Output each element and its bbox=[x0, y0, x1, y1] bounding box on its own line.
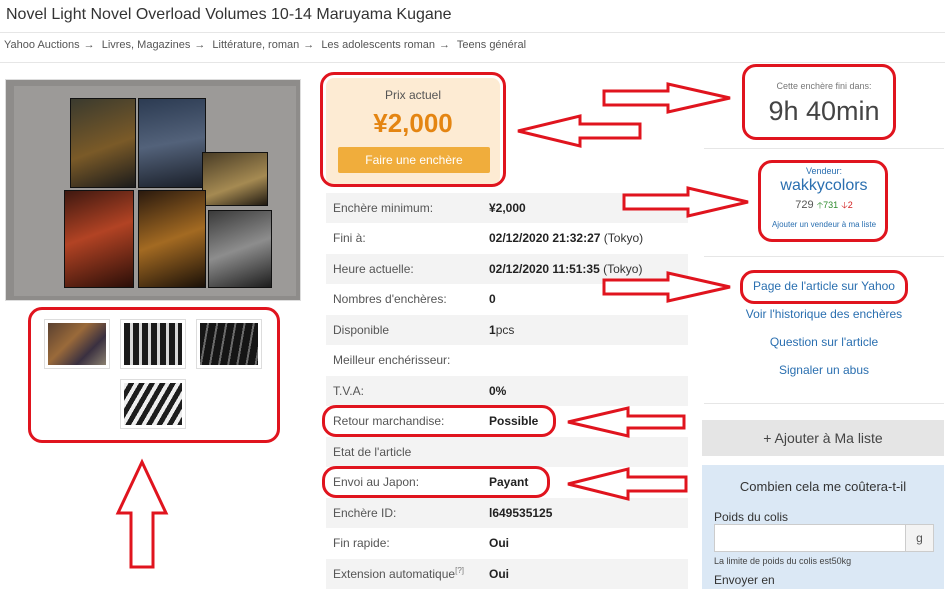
details-row-auction-id: Enchère ID: l649535125 bbox=[326, 497, 688, 528]
detail-value: 02/12/2020 11:51:35 (Tokyo) bbox=[489, 261, 643, 276]
details-row-condition: Etat de l'article bbox=[326, 436, 688, 467]
weight-limit-note: La limite de poids du colis est50kg bbox=[714, 556, 852, 566]
breadcrumb-separator: → bbox=[83, 39, 95, 51]
detail-key: Etat de l'article bbox=[333, 444, 412, 459]
photo-background bbox=[14, 86, 296, 296]
book-cover bbox=[208, 210, 272, 288]
annotation-box-returns bbox=[322, 405, 556, 437]
question-link[interactable]: Question sur l'article bbox=[704, 328, 944, 356]
arrow-up-annotation bbox=[115, 458, 169, 569]
detail-key: Fin rapide: bbox=[333, 536, 390, 551]
weight-input[interactable] bbox=[714, 524, 906, 552]
breadcrumb-separator: → bbox=[439, 39, 451, 51]
breadcrumb-item-livres[interactable]: Livres, Magazines bbox=[102, 39, 191, 51]
weight-label: Poids du colis bbox=[714, 510, 789, 524]
detail-value: 1pcs bbox=[489, 322, 515, 337]
breadcrumb-item-litterature[interactable]: Littérature, roman bbox=[212, 39, 299, 51]
annotation-box-timer bbox=[742, 64, 896, 140]
detail-value: l649535125 bbox=[489, 505, 553, 520]
book-cover bbox=[70, 98, 136, 188]
book-cover bbox=[64, 190, 134, 288]
cost-calculator: Combien cela me coûtera-t-il Poids du co… bbox=[702, 465, 944, 589]
breadcrumb-divider bbox=[0, 62, 945, 63]
detail-key: Fini à: bbox=[333, 231, 366, 246]
breadcrumb-item-yahoo[interactable]: Yahoo Auctions bbox=[4, 39, 80, 51]
breadcrumb-item-teens[interactable]: Teens général bbox=[457, 39, 526, 51]
detail-key: Heure actuelle: bbox=[333, 261, 414, 276]
book-cover bbox=[138, 98, 206, 188]
detail-key: Enchère ID: bbox=[333, 505, 397, 520]
detail-key: Disponible bbox=[333, 322, 390, 337]
help-link[interactable]: [?] bbox=[455, 566, 464, 575]
details-row-current-time: Heure actuelle: 02/12/2020 11:51:35 (Toky… bbox=[326, 253, 688, 284]
details-row-bid-count: Nombres d'enchères: 0 bbox=[326, 283, 688, 315]
annotation-box-shipping bbox=[322, 466, 550, 498]
details-row-vat: T.V.A: 0% bbox=[326, 375, 688, 406]
breadcrumb: Yahoo Auctions → Livres, Magazines → Litté… bbox=[4, 39, 526, 51]
detail-value: ¥2,000 bbox=[489, 200, 526, 215]
title-divider bbox=[0, 32, 945, 33]
details-row-top-bidder: Meilleur enchérisseur: bbox=[326, 344, 688, 376]
annotation-box-thumbnails bbox=[28, 307, 280, 443]
weight-unit: g bbox=[906, 524, 934, 552]
breadcrumb-separator: → bbox=[303, 39, 315, 51]
divider bbox=[704, 148, 944, 149]
details-row-early-end: Fin rapide: Oui bbox=[326, 527, 688, 559]
detail-key: Extension automatique[?] bbox=[333, 566, 464, 582]
auction-details-table: Enchère minimum: ¥2,000 Fini à: 02/12/2020… bbox=[326, 192, 688, 589]
breadcrumb-item-adolescents[interactable]: Les adolescents roman bbox=[321, 39, 435, 51]
detail-key: Meilleur enchérisseur: bbox=[333, 353, 451, 368]
breadcrumb-separator: → bbox=[194, 39, 206, 51]
details-row-end-time: Fini à: 02/12/2020 21:32:27 (Tokyo) bbox=[326, 222, 688, 254]
ship-to-label: Envoyer en bbox=[714, 573, 775, 587]
bid-history-link[interactable]: Voir l'historique des enchères bbox=[704, 300, 944, 328]
annotation-box-seller bbox=[758, 160, 888, 242]
arrow-left-annotation bbox=[517, 114, 642, 148]
book-cover bbox=[202, 152, 268, 206]
detail-value: 0 bbox=[489, 292, 496, 307]
weight-field-group: g bbox=[714, 524, 934, 552]
page-title: Novel Light Novel Overload Volumes 10-14… bbox=[6, 6, 452, 23]
detail-value: Oui bbox=[489, 566, 509, 581]
divider bbox=[704, 403, 944, 404]
detail-key: T.V.A: bbox=[333, 383, 364, 398]
detail-value: 0% bbox=[489, 383, 507, 398]
details-row-minimum-bid: Enchère minimum: ¥2,000 bbox=[326, 192, 688, 223]
details-row-available: Disponible 1pcs bbox=[326, 314, 688, 345]
annotation-box-yahoo-link bbox=[740, 270, 908, 304]
book-cover bbox=[138, 190, 206, 288]
details-row-auto-extension: Extension automatique[?] Oui bbox=[326, 558, 688, 589]
report-abuse-link[interactable]: Signaler un abus bbox=[704, 356, 944, 384]
annotation-box-price bbox=[320, 72, 506, 187]
detail-key: Nombres d'enchères: bbox=[333, 292, 447, 307]
main-product-photo[interactable] bbox=[5, 79, 301, 301]
calculator-title: Combien cela me coûtera-t-il bbox=[739, 479, 907, 494]
detail-key: Enchère minimum: bbox=[333, 200, 434, 215]
detail-value: Oui bbox=[489, 536, 509, 551]
add-to-list-button[interactable]: + Ajouter à Ma liste bbox=[702, 420, 944, 456]
divider bbox=[704, 256, 944, 257]
detail-value: 02/12/2020 21:32:27 (Tokyo) bbox=[489, 231, 644, 246]
